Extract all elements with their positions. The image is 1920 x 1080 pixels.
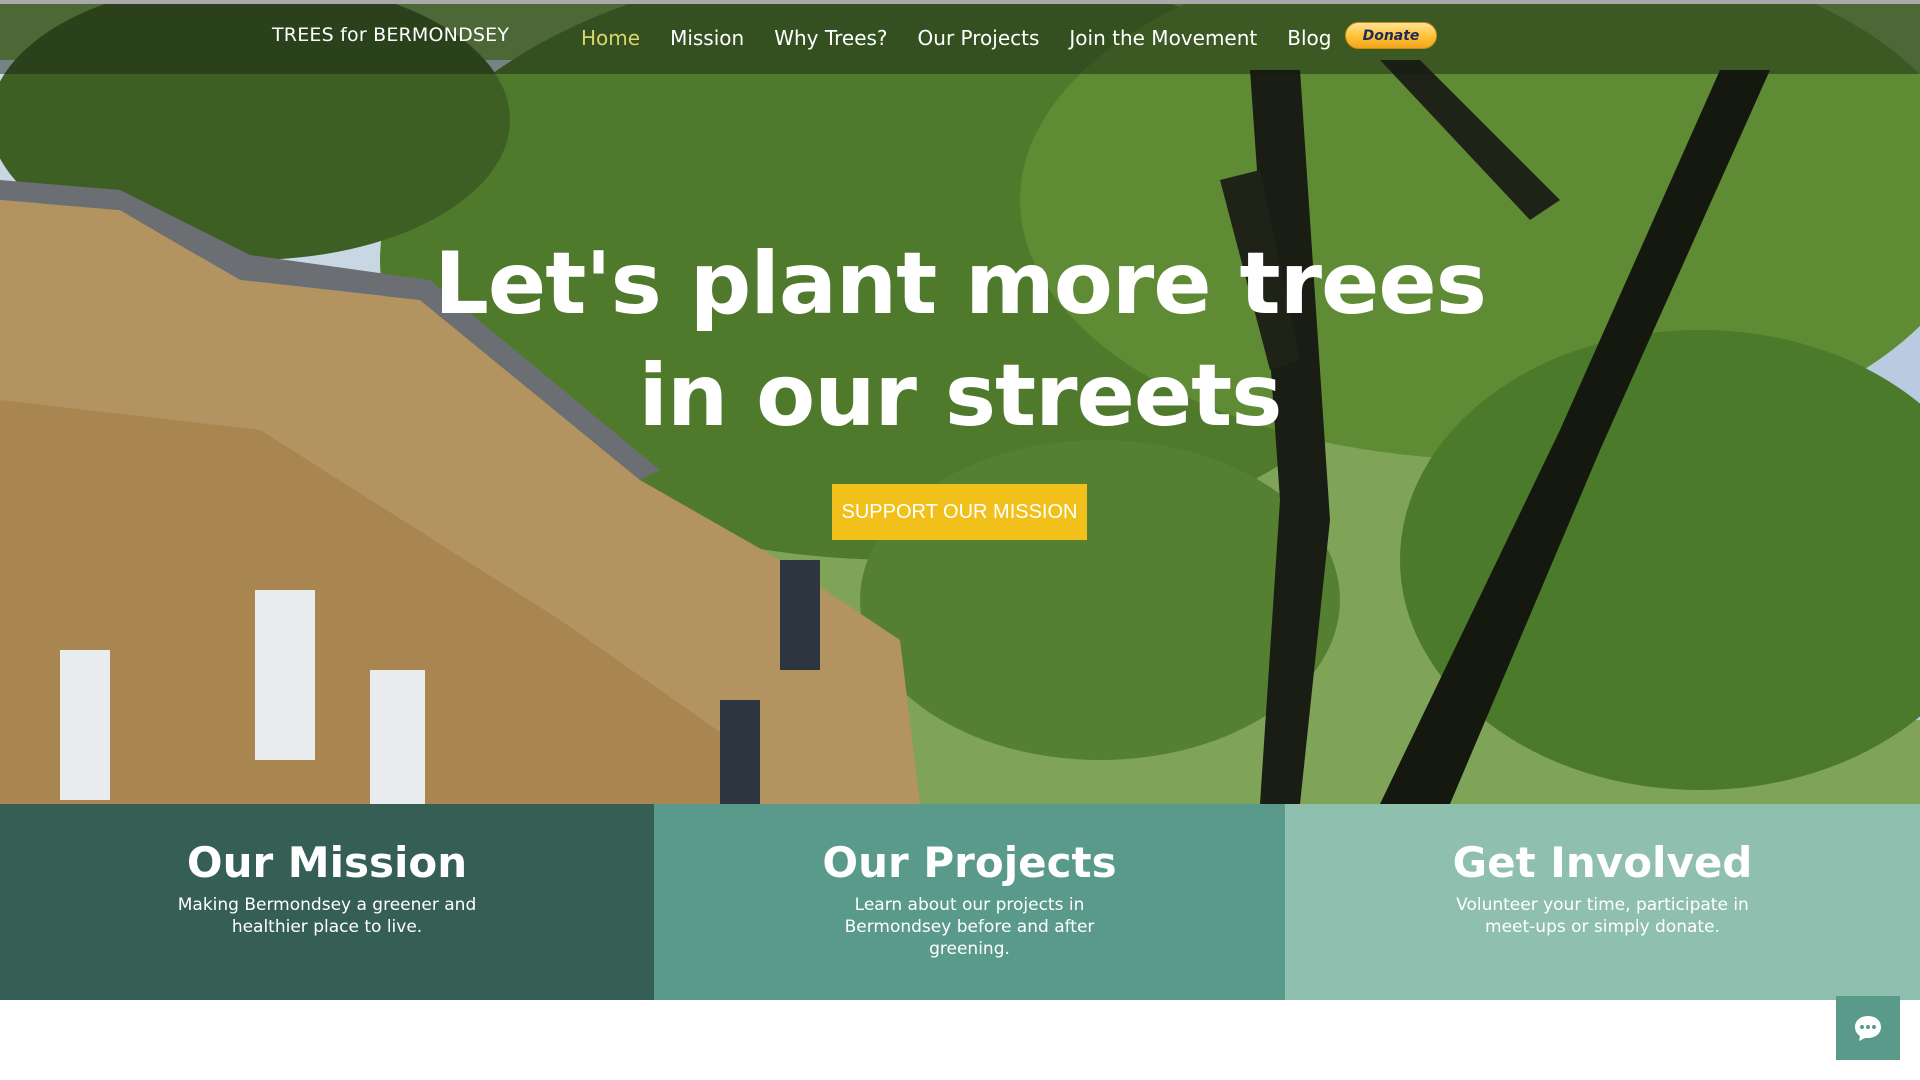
support-mission-button[interactable]: SUPPORT OUR MISSION xyxy=(832,484,1087,540)
main-nav: Home Mission Why Trees? Our Projects Joi… xyxy=(581,26,1361,50)
card-our-projects[interactable]: Our Projects Learn about our projects in… xyxy=(654,804,1285,1000)
card-our-mission[interactable]: Our Mission Making Bermondsey a greener … xyxy=(0,804,654,1000)
chat-button[interactable] xyxy=(1836,996,1900,1060)
card-title: Get Involved xyxy=(1452,838,1753,887)
hero-headline: Let's plant more trees in our streets xyxy=(0,228,1920,452)
card-title: Our Projects xyxy=(822,838,1117,887)
headline-line-1: Let's plant more trees xyxy=(434,234,1487,334)
nav-our-projects[interactable]: Our Projects xyxy=(918,26,1040,50)
nav-join-the-movement[interactable]: Join the Movement xyxy=(1069,26,1257,50)
feature-cards: Our Mission Making Bermondsey a greener … xyxy=(0,804,1920,1000)
nav-home[interactable]: Home xyxy=(581,26,640,50)
card-title: Our Mission xyxy=(186,838,468,887)
nav-blog[interactable]: Blog xyxy=(1287,26,1331,50)
site-logo[interactable]: TREES for BERMONDSEY xyxy=(272,24,509,46)
chat-bubble-icon xyxy=(1855,1016,1881,1041)
hero-section: TREES for BERMONDSEY Home Mission Why Tr… xyxy=(0,0,1920,804)
nav-mission[interactable]: Mission xyxy=(670,26,744,50)
card-text: Volunteer your time, participate in meet… xyxy=(1456,895,1749,937)
donate-button[interactable]: Donate xyxy=(1345,22,1437,49)
card-text: Learn about our projects in Bermondsey b… xyxy=(844,895,1095,959)
navbar: TREES for BERMONDSEY Home Mission Why Tr… xyxy=(0,4,1920,74)
nav-why-trees[interactable]: Why Trees? xyxy=(774,26,887,50)
card-text: Making Bermondsey a greener and healthie… xyxy=(177,895,477,937)
headline-line-2: in our streets xyxy=(638,346,1283,446)
card-get-involved[interactable]: Get Involved Volunteer your time, partic… xyxy=(1285,804,1920,1000)
